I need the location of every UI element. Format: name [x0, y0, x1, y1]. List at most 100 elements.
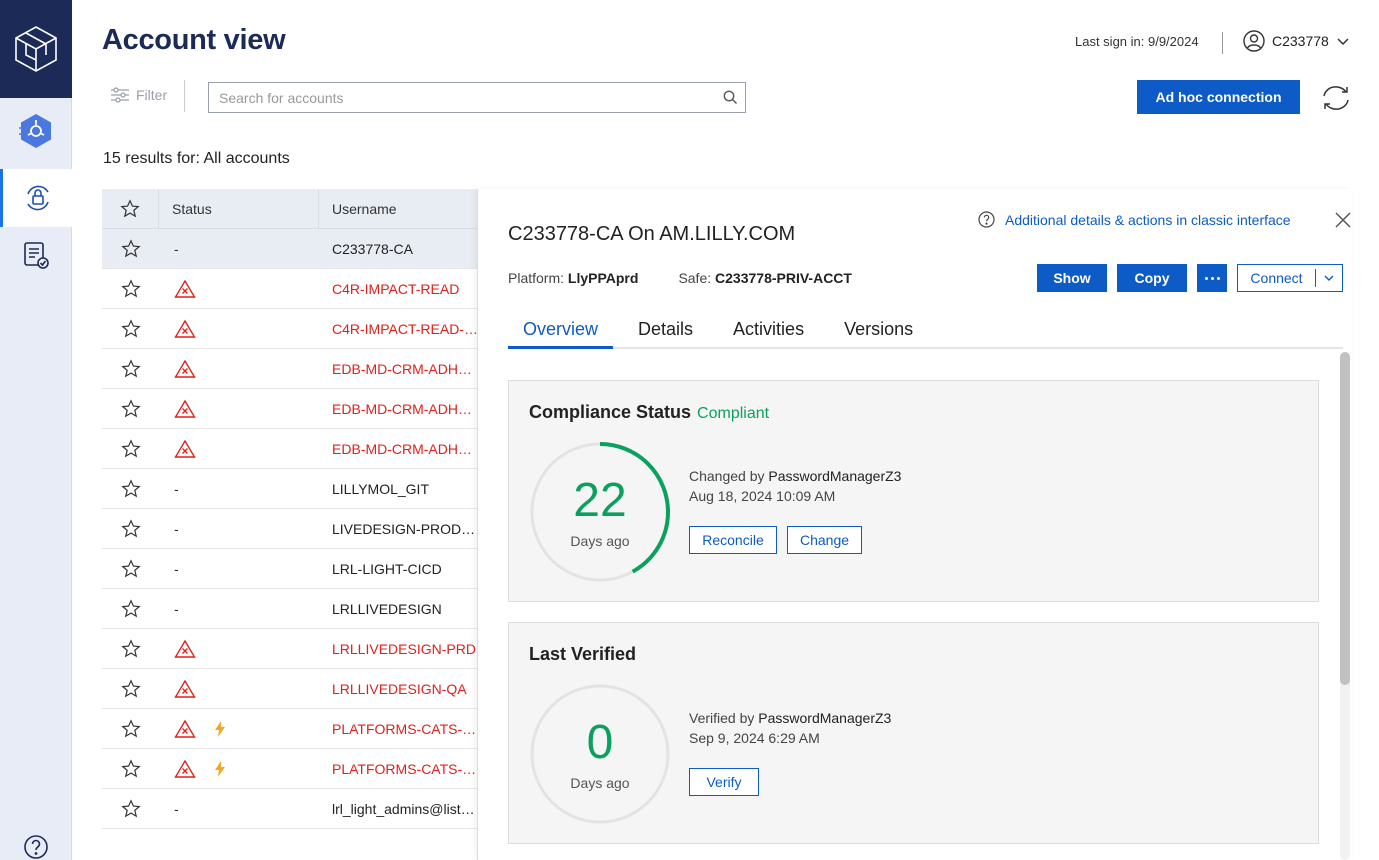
search-icon[interactable] — [715, 90, 745, 105]
status-cell — [159, 349, 319, 389]
nav-help[interactable] — [0, 830, 72, 860]
classic-interface-link[interactable]: Additional details & actions in classic … — [978, 211, 1291, 228]
safe-info: Safe: C233778-PRIV-ACCT — [678, 270, 852, 286]
filter-button[interactable]: Filter — [110, 86, 167, 104]
table-row[interactable]: - C233778-CA — [102, 229, 478, 269]
table-row[interactable]: C4R-IMPACT-READ — [102, 269, 478, 309]
change-button[interactable]: Change — [787, 526, 862, 554]
favorite-star-icon[interactable] — [102, 749, 159, 789]
status-text: - — [174, 601, 179, 617]
favorite-star-icon[interactable] — [102, 549, 159, 589]
status-text: - — [174, 241, 179, 257]
more-dot — [1210, 276, 1214, 280]
verified-info: Verified by PasswordManagerZ3 Sep 9, 202… — [689, 708, 891, 748]
favorite-star-icon[interactable] — [102, 229, 159, 269]
table-row[interactable]: EDB-MD-CRM-ADHO... — [102, 349, 478, 389]
username-text: C4R-IMPACT-READ-NP — [332, 321, 478, 337]
username-cell: C4R-IMPACT-READ-NP — [319, 309, 478, 349]
platform-label: Platform: — [508, 270, 565, 286]
search-input[interactable] — [209, 89, 715, 106]
username-cell: EDB-MD-CRM-ADHO... — [319, 349, 478, 389]
favorite-star-icon[interactable] — [102, 589, 159, 629]
tab-overview[interactable]: Overview — [508, 307, 614, 349]
verified-by: Verified by PasswordManagerZ3 — [689, 708, 891, 728]
show-button[interactable]: Show — [1037, 264, 1107, 292]
favorite-star-icon[interactable] — [102, 349, 159, 389]
connect-dropdown[interactable] — [1316, 274, 1342, 282]
username-cell: LRLLIVEDESIGN-QA — [319, 669, 478, 709]
panel-scrollbar[interactable] — [1340, 352, 1350, 860]
user-menu[interactable]: C233778 — [1243, 30, 1350, 52]
verify-button[interactable]: Verify — [689, 768, 759, 796]
status-cell — [159, 309, 319, 349]
table-row[interactable]: C4R-IMPACT-READ-NP — [102, 309, 478, 349]
table-row[interactable]: - LRLLIVEDESIGN — [102, 589, 478, 629]
connect-split-button[interactable]: Connect — [1237, 264, 1343, 292]
username-text: lrl_light_admins@lists... — [332, 801, 478, 817]
left-nav — [0, 0, 72, 860]
user-avatar-icon — [1243, 30, 1265, 52]
reconcile-button[interactable]: Reconcile — [689, 526, 777, 554]
favorite-column-header[interactable] — [102, 189, 159, 229]
favorite-star-icon[interactable] — [102, 389, 159, 429]
username-cell: LILLYMOL_GIT — [319, 469, 478, 509]
username-text: EDB-MD-CRM-ADHO... — [332, 441, 478, 457]
table-row[interactable]: LRLLIVEDESIGN-PRD — [102, 629, 478, 669]
changed-by-user: PasswordManagerZ3 — [768, 468, 902, 484]
error-warning-icon — [174, 399, 196, 419]
hexagon-connect-icon — [19, 114, 51, 148]
favorite-star-icon[interactable] — [102, 789, 159, 829]
favorite-star-icon[interactable] — [102, 429, 159, 469]
nav-accounts[interactable] — [0, 169, 72, 227]
refresh-button[interactable] — [1318, 82, 1354, 114]
tab-details[interactable]: Details — [623, 307, 708, 349]
favorite-star-icon[interactable] — [102, 669, 159, 709]
username-cell: EDB-MD-CRM-ADHO... — [319, 429, 478, 469]
favorite-star-icon[interactable] — [102, 269, 159, 309]
favorite-star-icon[interactable] — [102, 629, 159, 669]
nav-reports[interactable] — [0, 226, 72, 284]
table-row[interactable]: PLATFORMS-CATS-IAAS — [102, 749, 478, 789]
adhoc-connection-button[interactable]: Ad hoc connection — [1137, 80, 1300, 114]
cube-logo-icon — [15, 26, 57, 72]
table-row[interactable]: - LIVEDESIGN-PROD-DT — [102, 509, 478, 549]
username-text: PLATFORMS-CATS-CI... — [332, 721, 478, 737]
username-text: LILLYMOL_GIT — [332, 481, 430, 497]
chevron-down-icon — [1324, 275, 1334, 281]
table-row[interactable]: PLATFORMS-CATS-CI... — [102, 709, 478, 749]
tab-activities[interactable]: Activities — [718, 307, 819, 349]
tab-versions[interactable]: Versions — [829, 307, 928, 349]
lightning-alert-icon — [214, 761, 226, 777]
copy-button[interactable]: Copy — [1117, 264, 1187, 292]
toolbar-divider — [184, 80, 185, 112]
table-row[interactable]: EDB-MD-CRM-ADHO... — [102, 389, 478, 429]
more-actions-button[interactable] — [1197, 264, 1227, 292]
scrollbar-thumb[interactable] — [1340, 352, 1350, 685]
username-cell: C4R-IMPACT-READ — [319, 269, 478, 309]
table-row[interactable]: - lrl_light_admins@lists... — [102, 789, 478, 829]
table-row[interactable]: LRLLIVEDESIGN-QA — [102, 669, 478, 709]
connect-label[interactable]: Connect — [1238, 269, 1316, 287]
table-row[interactable]: EDB-MD-CRM-ADHO... — [102, 429, 478, 469]
favorite-star-icon[interactable] — [102, 309, 159, 349]
column-header-username[interactable]: Username — [319, 189, 478, 229]
table-row[interactable]: - LRL-LIGHT-CICD — [102, 549, 478, 589]
status-text: - — [174, 521, 179, 537]
status-cell — [159, 389, 319, 429]
favorite-star-icon[interactable] — [102, 709, 159, 749]
column-header-status[interactable]: Status — [159, 189, 319, 229]
last-verified-card: Last Verified 0 Days ago Verified by Pas… — [508, 622, 1319, 844]
accounts-table: Status Username - C233778-CA C4R-IMPACT-RE… — [102, 189, 478, 829]
safe-label: Safe: — [678, 270, 712, 286]
table-row[interactable]: - LILLYMOL_GIT — [102, 469, 478, 509]
favorite-star-icon[interactable] — [102, 469, 159, 509]
platform-value: LlyPPAprd — [567, 270, 639, 286]
favorite-star-icon[interactable] — [102, 509, 159, 549]
close-panel-button[interactable] — [1334, 211, 1352, 229]
nav-connections[interactable] — [0, 102, 72, 160]
lightning-alert-icon — [214, 721, 226, 737]
username-text: LRLLIVEDESIGN — [332, 601, 442, 617]
app-logo[interactable] — [0, 0, 72, 98]
user-name: C233778 — [1272, 33, 1329, 49]
status-text: - — [174, 801, 179, 817]
